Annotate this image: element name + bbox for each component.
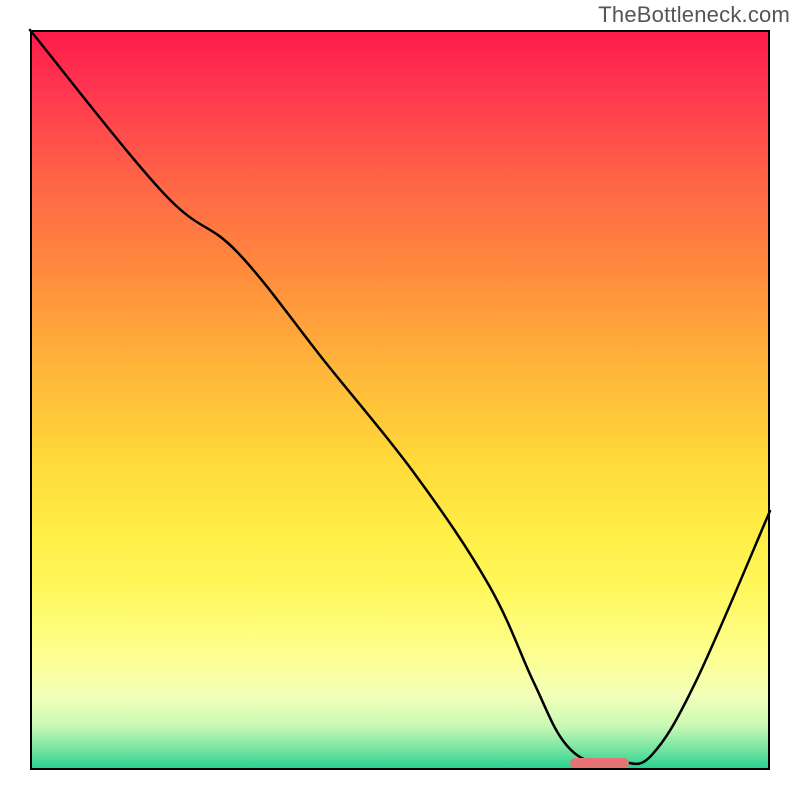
watermark-text: TheBottleneck.com bbox=[598, 2, 790, 28]
chart-container: TheBottleneck.com bbox=[0, 0, 800, 800]
bottleneck-curve bbox=[30, 30, 770, 770]
optimal-marker bbox=[570, 758, 629, 768]
plot-area bbox=[30, 30, 770, 770]
